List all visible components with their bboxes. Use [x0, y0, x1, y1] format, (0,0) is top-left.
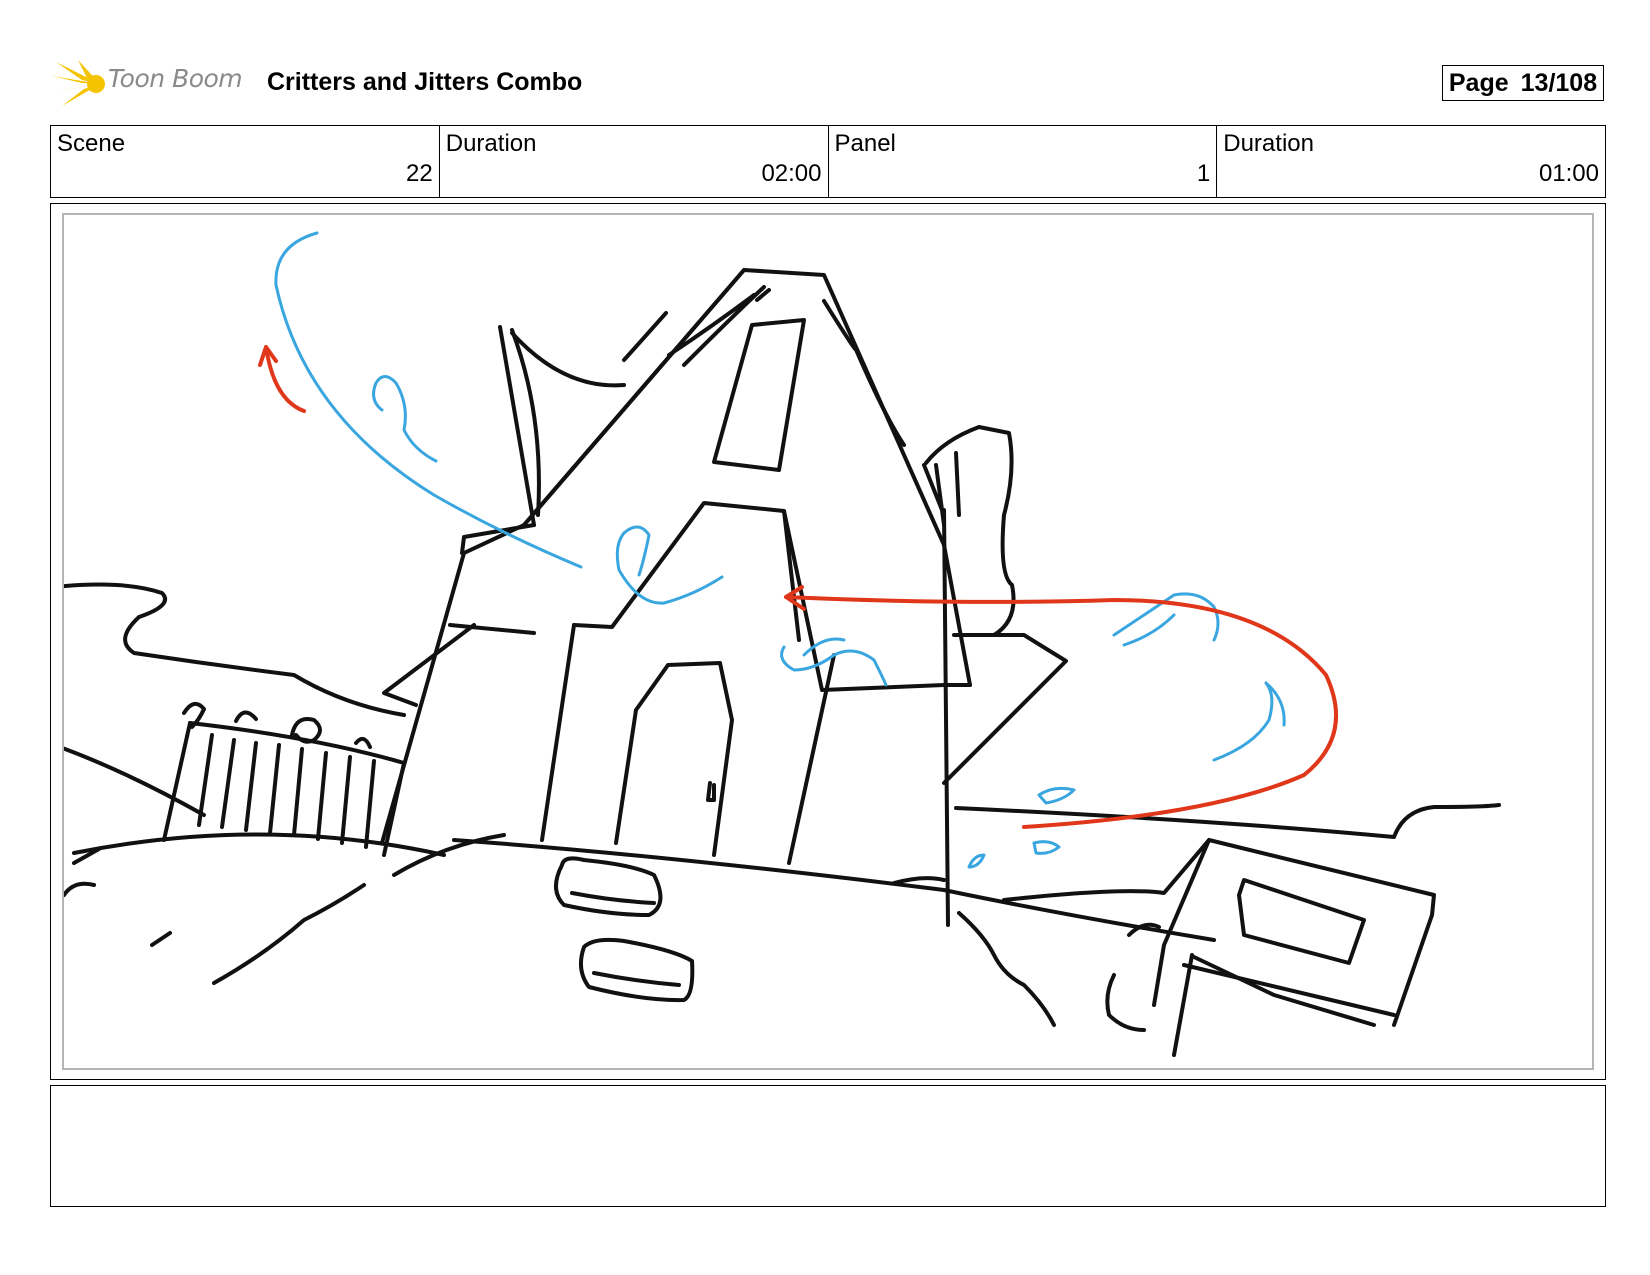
- scene-duration-cell: Duration 02:00: [440, 126, 829, 197]
- scene-duration-label: Duration: [445, 130, 537, 157]
- panel-label: Panel: [834, 130, 896, 157]
- scene-cell: Scene 22: [51, 126, 440, 197]
- page-indicator: Page 13/108: [1442, 65, 1604, 101]
- panel-cell: Panel 1: [829, 126, 1218, 197]
- panel-duration-value: 01:00: [1538, 160, 1599, 187]
- panel-notes-box: [50, 1085, 1606, 1207]
- storyboard-sketch: [64, 231, 1501, 1057]
- page-number: 13/108: [1520, 68, 1598, 97]
- scene-info-table: Scene 22 Duration 02:00 Panel 1 Duration…: [50, 125, 1606, 198]
- sun-burst-icon: [52, 60, 105, 106]
- logo-wordmark: Toon Boom: [108, 64, 243, 93]
- scene-label: Scene: [57, 130, 126, 157]
- panel-value: 1: [1196, 160, 1211, 187]
- critter-sketches: [274, 231, 1286, 869]
- toon-boom-logo: Toon Boom: [52, 56, 252, 112]
- page-label: Page: [1448, 68, 1509, 97]
- document-title: Critters and Jitters Combo: [267, 68, 583, 96]
- scene-value: 22: [406, 160, 433, 187]
- scene-duration-value: 02:00: [761, 160, 822, 187]
- storyboard-panel-frame: [50, 203, 1606, 1080]
- motion-arrows: [258, 345, 1339, 829]
- panel-duration-label: Duration: [1223, 130, 1314, 157]
- panel-duration-cell: Duration 01:00: [1217, 126, 1605, 197]
- storyboard-drawing-area: [62, 213, 1594, 1070]
